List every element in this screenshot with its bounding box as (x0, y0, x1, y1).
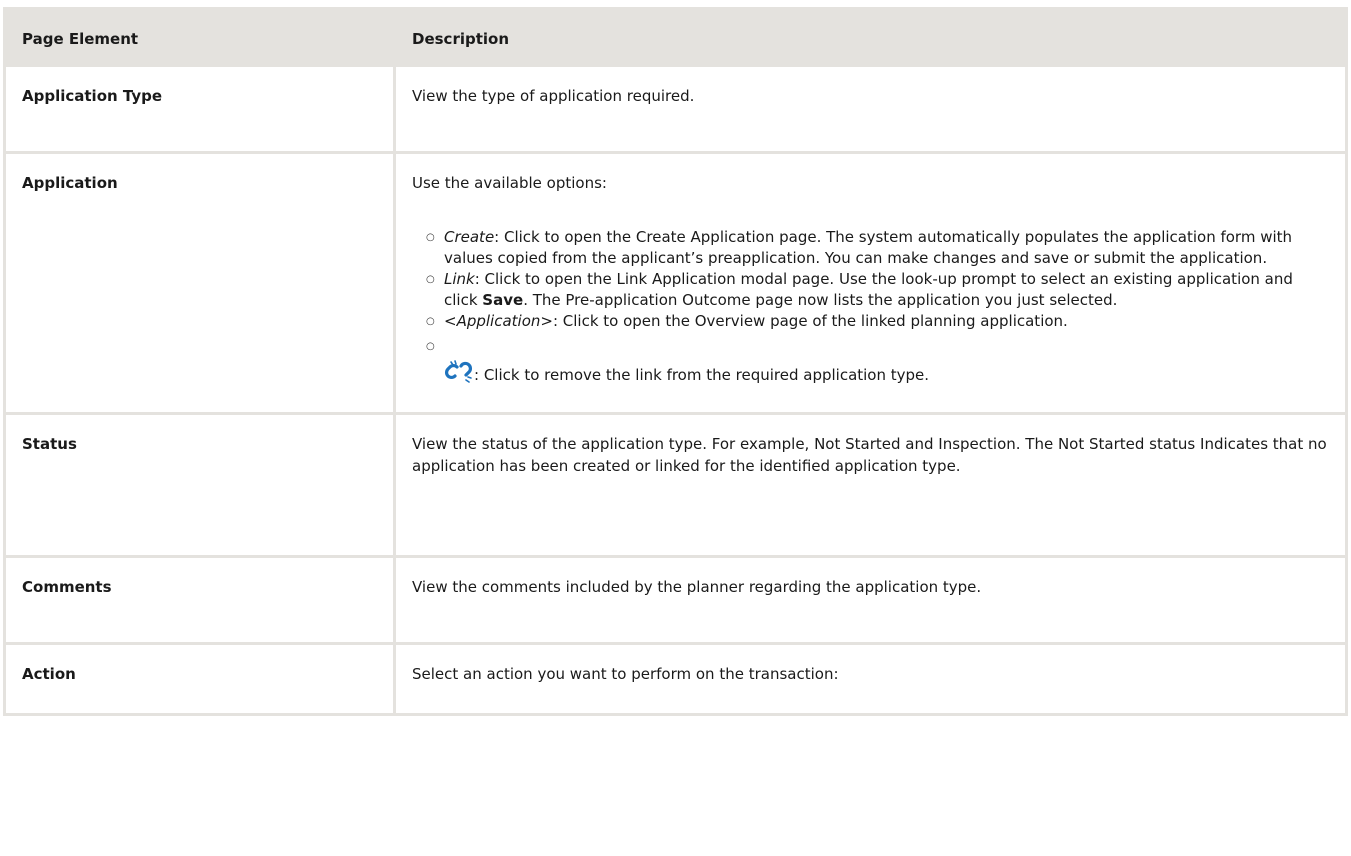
description-status: View the status of the application type.… (393, 412, 1348, 558)
save-label: Save (482, 291, 524, 309)
option-create-term: Create (444, 228, 495, 246)
option-unlink-text: : Click to remove the link from the requ… (474, 366, 930, 384)
bullet-icon: ○ (426, 274, 435, 285)
option-application-text: : Click to open the Overview page of the… (552, 312, 1068, 330)
table-row: Action Select an action you want to perf… (3, 642, 1348, 716)
option-create: ○ Create: Click to open the Create Appli… (426, 227, 1329, 269)
page-elements-table: Page Element Description Application Typ… (3, 7, 1348, 716)
element-name-application: Application (3, 151, 396, 415)
unlink-icon (445, 360, 472, 383)
element-name-status: Status (3, 412, 396, 558)
option-link-text-after: . The Pre-application Outcome page now l… (523, 291, 1118, 309)
option-create-text: : Click to open the Create Application p… (444, 228, 1293, 267)
header-page-element: Page Element (3, 7, 396, 67)
bullet-icon: ○ (426, 316, 435, 327)
option-unlink: ○ : Click to remove the link from the re… (426, 338, 1329, 386)
element-name-action: Action (3, 642, 396, 716)
description-action: Select an action you want to perform on … (393, 642, 1348, 716)
table-row: Comments View the comments included by t… (3, 555, 1348, 645)
table-row: Application Type View the type of applic… (3, 64, 1348, 154)
options-intro: Use the available options: (412, 174, 607, 192)
description-comments: View the comments included by the planne… (393, 555, 1348, 645)
header-description: Description (393, 7, 1348, 67)
option-link: ○ Link: Click to open the Link Applicati… (426, 269, 1329, 311)
table-row: Status View the status of the applicatio… (3, 412, 1348, 558)
option-link-term: Link (444, 270, 475, 288)
description-application-type: View the type of application required. (393, 64, 1348, 154)
element-name-comments: Comments (3, 555, 396, 645)
table-row: Application Use the available options: ○… (3, 151, 1348, 415)
bullet-icon: ○ (426, 341, 435, 352)
options-list: ○ Create: Click to open the Create Appli… (412, 227, 1329, 386)
description-application: Use the available options: ○ Create: Cli… (393, 151, 1348, 415)
bullet-icon: ○ (426, 232, 435, 243)
element-name-application-type: Application Type (3, 64, 396, 154)
option-application-term: <Application> (444, 312, 553, 330)
table-header-row: Page Element Description (3, 7, 1348, 67)
option-application-link: ○ <Application>: Click to open the Overv… (426, 311, 1329, 332)
